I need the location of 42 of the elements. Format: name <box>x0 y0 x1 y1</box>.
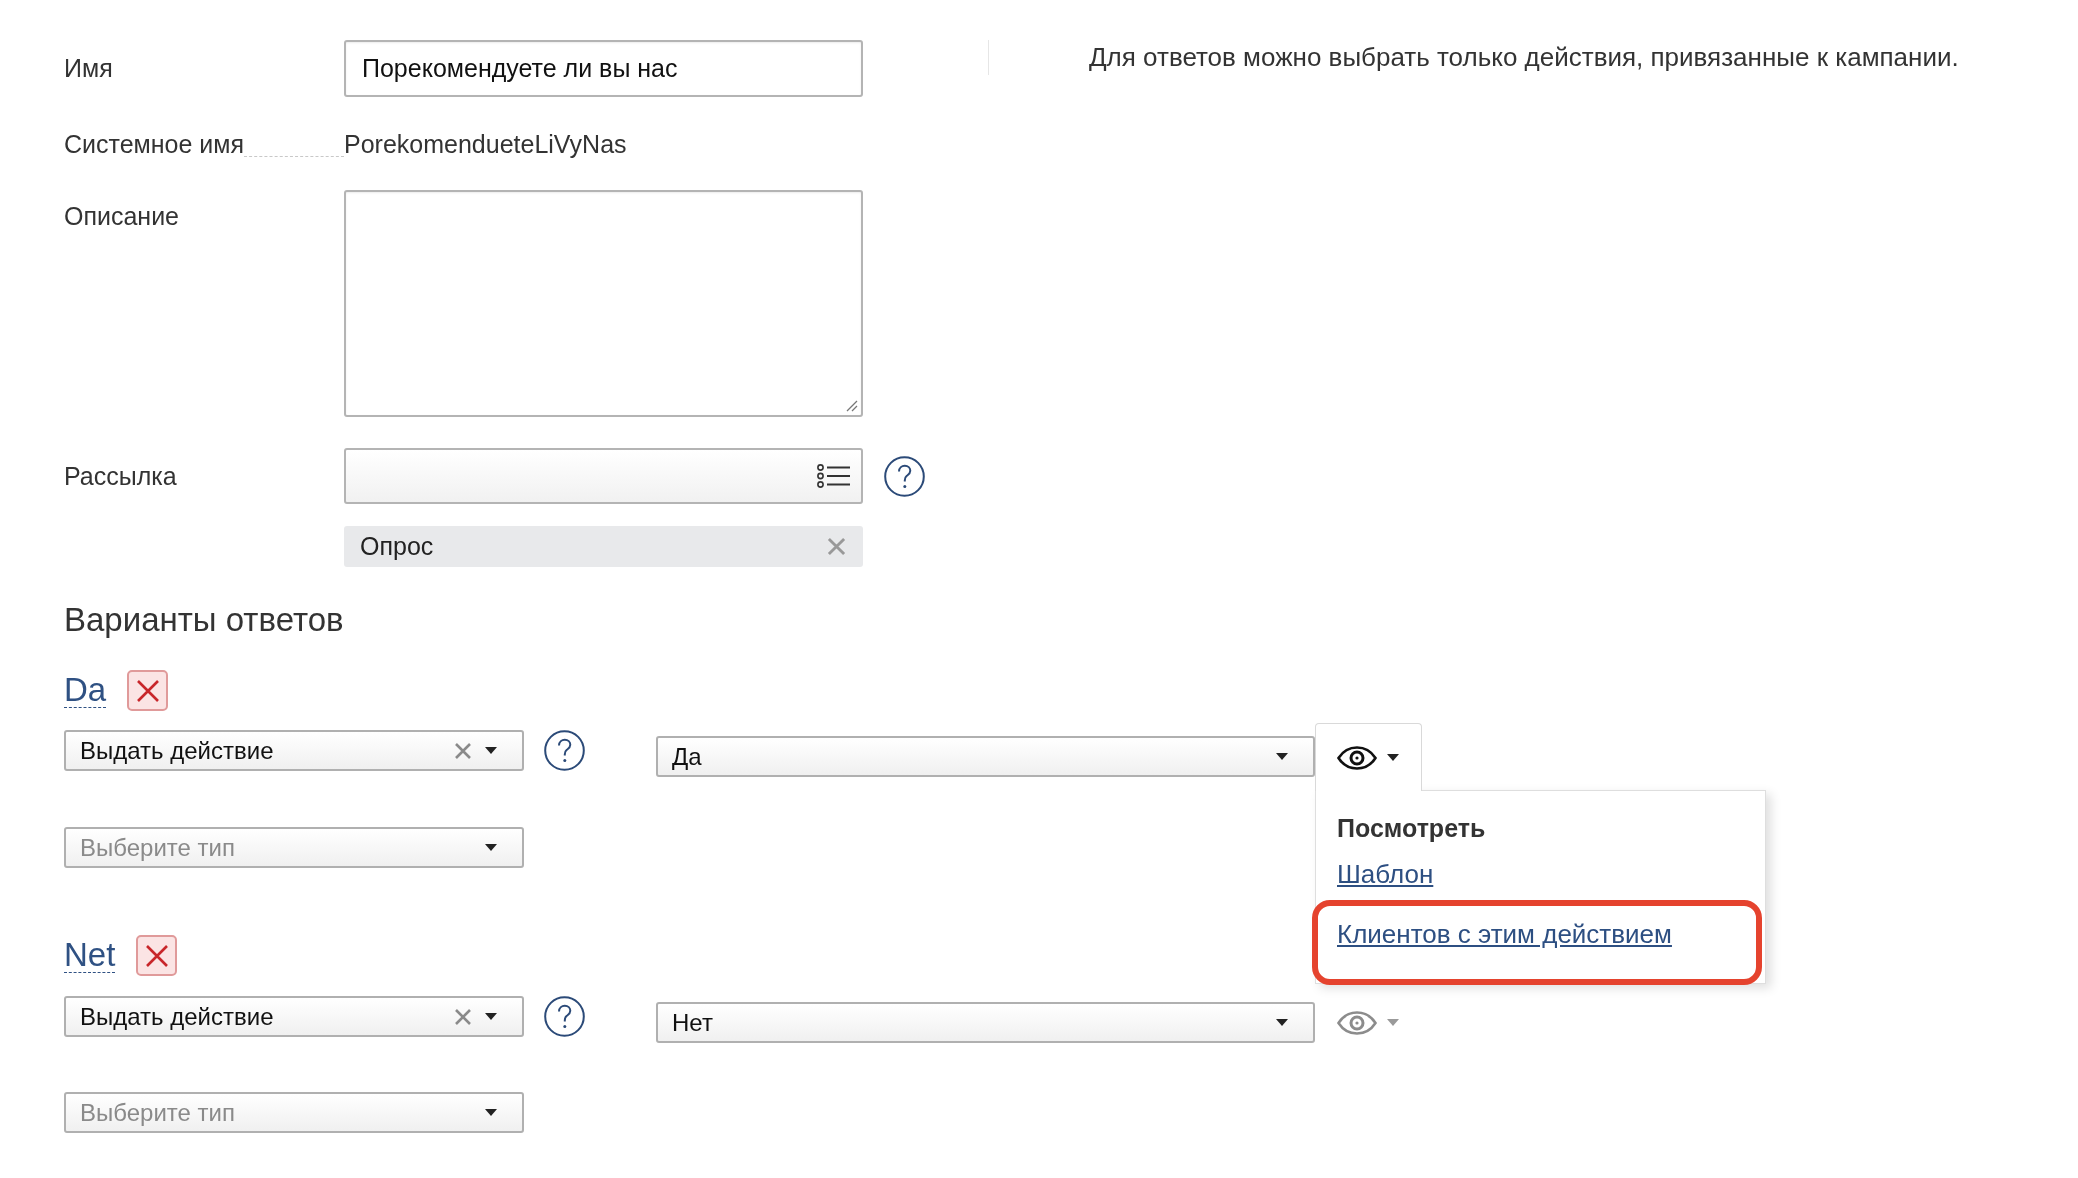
section-heading: Варианты ответов <box>64 600 344 640</box>
clear-icon[interactable] <box>454 741 472 760</box>
tag-label: Опрос <box>360 532 434 561</box>
answer-name[interactable]: Net <box>64 938 116 973</box>
cross-icon <box>144 943 169 968</box>
caret-icon <box>485 1013 497 1020</box>
view-button[interactable] <box>1315 723 1422 791</box>
resize-grip-icon[interactable] <box>846 400 858 412</box>
delete-button[interactable] <box>136 935 178 976</box>
help-icon[interactable] <box>884 455 925 497</box>
mailing-field[interactable] <box>344 448 863 504</box>
clear-icon[interactable] <box>454 1007 472 1026</box>
mode-select[interactable]: Выдать действие <box>64 730 524 771</box>
menu-link[interactable]: Клиентов с этим действием <box>1337 919 1672 949</box>
field-label: Описание <box>64 202 180 231</box>
caret-icon <box>1387 754 1399 761</box>
caret-icon <box>485 747 497 754</box>
caret-icon <box>1276 1019 1288 1026</box>
caret-icon <box>485 844 497 851</box>
eye-icon <box>1337 745 1377 770</box>
menu-title: Посмотреть <box>1337 813 1486 843</box>
caret-icon <box>485 1109 497 1116</box>
name-input[interactable]: Порекомендуете ли вы нас <box>344 40 863 97</box>
caret-icon <box>1276 753 1288 760</box>
cross-icon <box>135 678 160 703</box>
system-name-value: PorekomendueteLiVyNas <box>344 129 627 159</box>
help-icon[interactable] <box>544 996 585 1037</box>
field-label: Рассылка <box>64 461 177 491</box>
info-note: Для ответов можно выбрать только действия, привязанные к кампании. <box>1089 42 1959 73</box>
action-select[interactable]: Да <box>656 736 1315 777</box>
field-label: Имя <box>64 54 113 83</box>
description-field[interactable] <box>344 190 863 417</box>
list-icon[interactable] <box>817 464 851 488</box>
eye-icon <box>1337 1010 1377 1035</box>
help-icon[interactable] <box>544 730 585 771</box>
action-select[interactable]: Нет <box>656 1002 1315 1043</box>
answer-name[interactable]: Da <box>64 673 107 708</box>
caret-icon <box>1387 1019 1399 1026</box>
menu-link[interactable]: Шаблон <box>1337 859 1434 889</box>
delete-button[interactable] <box>127 670 169 711</box>
mode-select[interactable]: Выдать действие <box>64 996 524 1037</box>
field-label: Системное имя <box>64 129 245 159</box>
